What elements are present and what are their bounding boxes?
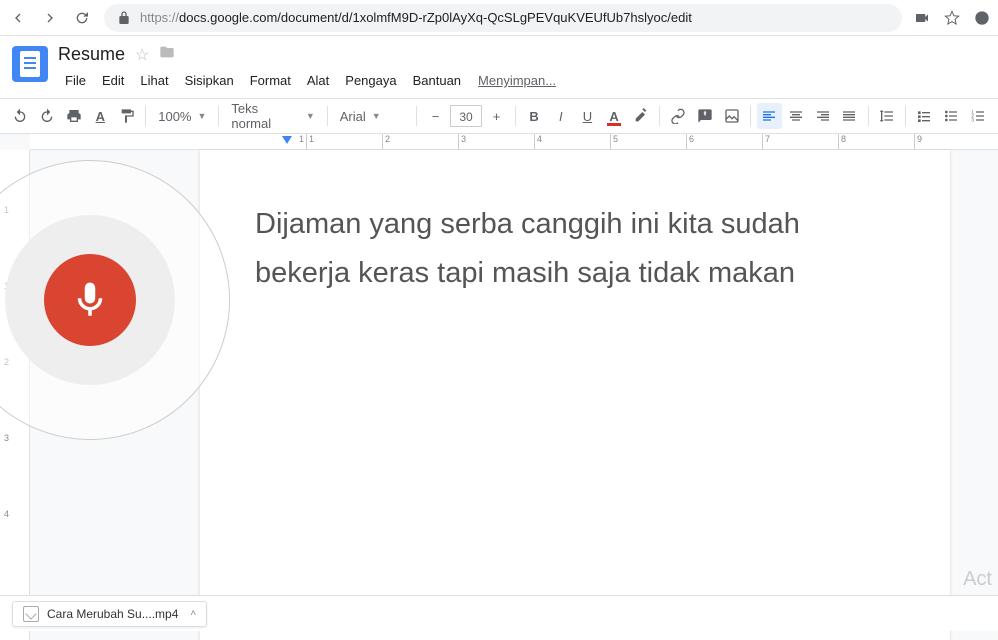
- undo-button[interactable]: [8, 103, 33, 129]
- forward-button[interactable]: [40, 8, 60, 28]
- align-right-button[interactable]: [810, 103, 835, 129]
- document-body-text[interactable]: Dijaman yang serba canggih ini kita suda…: [255, 200, 895, 299]
- checklist-button[interactable]: [912, 103, 937, 129]
- align-left-button[interactable]: [757, 103, 782, 129]
- menu-insert[interactable]: Sisipkan: [178, 69, 241, 92]
- chevron-up-icon[interactable]: ˄: [190, 608, 196, 619]
- menu-file[interactable]: File: [58, 69, 93, 92]
- font-size-increase[interactable]: +: [484, 103, 509, 129]
- bold-button[interactable]: B: [522, 103, 547, 129]
- voice-typing-widget[interactable]: [0, 160, 230, 440]
- editor-area: 1 1 2 3 4 Dijaman yang serba canggih ini…: [0, 150, 998, 640]
- spellcheck-button[interactable]: A: [88, 103, 113, 129]
- lock-icon: [116, 10, 132, 26]
- redo-button[interactable]: [35, 103, 60, 129]
- address-bar[interactable]: https://docs.google.com/document/d/1xolm…: [104, 4, 902, 32]
- margin-marker[interactable]: [282, 136, 292, 144]
- microphone-icon: [69, 279, 111, 321]
- align-center-button[interactable]: [784, 103, 809, 129]
- menubar: File Edit Lihat Sisipkan Format Alat Pen…: [58, 69, 986, 92]
- downloads-bar: Cara Merubah Su....mp4 ˄: [0, 595, 998, 631]
- ruler-container: 1 1 2 3 4 5 6 7 8 9: [0, 134, 998, 150]
- star-document-icon[interactable]: ☆: [135, 45, 149, 65]
- voice-mic-button[interactable]: [44, 254, 136, 346]
- underline-button[interactable]: U: [575, 103, 600, 129]
- url-text: https://docs.google.com/document/d/1xolm…: [140, 10, 692, 25]
- menu-help[interactable]: Bantuan: [406, 69, 468, 92]
- docs-logo[interactable]: [12, 46, 48, 82]
- align-justify-button[interactable]: [837, 103, 862, 129]
- zoom-dropdown[interactable]: 100%▼: [152, 103, 212, 129]
- paragraph-style-dropdown[interactable]: Teks normal▼: [225, 103, 320, 129]
- star-icon[interactable]: [944, 10, 960, 26]
- italic-button[interactable]: I: [548, 103, 573, 129]
- download-filename: Cara Merubah Su....mp4: [47, 607, 178, 621]
- saving-status: Menyimpan...: [478, 73, 556, 88]
- insert-link-button[interactable]: [666, 103, 691, 129]
- print-button[interactable]: [61, 103, 86, 129]
- highlight-button[interactable]: [628, 103, 653, 129]
- font-size-input[interactable]: 30: [450, 105, 482, 127]
- numbered-list-button[interactable]: 123: [965, 103, 990, 129]
- formatting-toolbar: A 100%▼ Teks normal▼ Arial▼ − 30 + B I U…: [0, 98, 998, 134]
- docs-header: Resume ☆ File Edit Lihat Sisipkan Format…: [0, 36, 998, 92]
- menu-addons[interactable]: Pengaya: [338, 69, 403, 92]
- menu-edit[interactable]: Edit: [95, 69, 131, 92]
- profile-icon[interactable]: [974, 10, 990, 26]
- reload-button[interactable]: [72, 8, 92, 28]
- menu-format[interactable]: Format: [243, 69, 298, 92]
- download-item[interactable]: Cara Merubah Su....mp4 ˄: [12, 601, 207, 627]
- horizontal-ruler[interactable]: 1 1 2 3 4 5 6 7 8 9: [30, 134, 998, 150]
- menu-tools[interactable]: Alat: [300, 69, 336, 92]
- document-title[interactable]: Resume: [58, 44, 125, 65]
- font-dropdown[interactable]: Arial▼: [334, 103, 410, 129]
- line-spacing-button[interactable]: [875, 103, 900, 129]
- bulleted-list-button[interactable]: [939, 103, 964, 129]
- svg-text:3: 3: [971, 117, 974, 122]
- watermark: Act: [963, 568, 992, 591]
- menu-view[interactable]: Lihat: [133, 69, 175, 92]
- document-page[interactable]: Dijaman yang serba canggih ini kita suda…: [200, 150, 950, 640]
- font-size-decrease[interactable]: −: [423, 103, 448, 129]
- camera-icon[interactable]: [914, 10, 930, 26]
- insert-image-button[interactable]: [719, 103, 744, 129]
- back-button[interactable]: [8, 8, 28, 28]
- file-icon: [23, 606, 39, 622]
- insert-comment-button[interactable]: [693, 103, 718, 129]
- paint-format-button[interactable]: [115, 103, 140, 129]
- text-color-button[interactable]: A: [602, 103, 627, 129]
- move-folder-icon[interactable]: [159, 44, 175, 65]
- browser-toolbar: https://docs.google.com/document/d/1xolm…: [0, 0, 998, 36]
